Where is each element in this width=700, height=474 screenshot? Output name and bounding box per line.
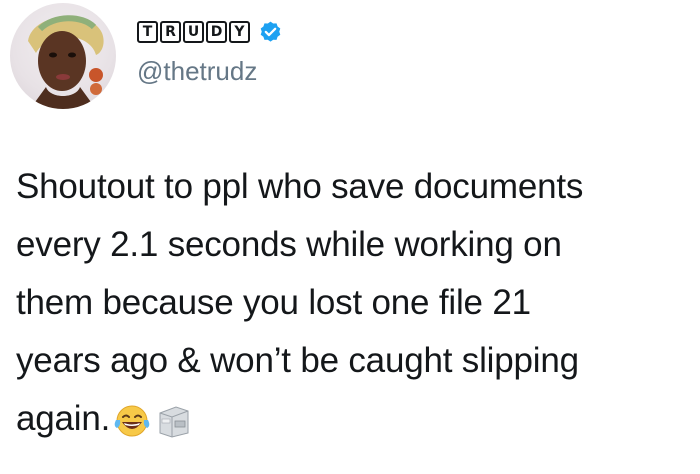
name-letter-tile: R: [160, 21, 181, 43]
face-with-tears-of-joy-icon: [112, 404, 152, 438]
display-name[interactable]: T R U D Y: [137, 21, 250, 43]
tweet-text: Shoutout to ppl who save documents every…: [16, 158, 696, 448]
file-cabinet-icon: [154, 403, 194, 439]
user-handle[interactable]: @thetrudz: [137, 55, 257, 87]
tweet-text-line: again.: [16, 399, 111, 438]
name-letter-tile: Y: [229, 21, 250, 43]
tweet-card: T R U D Y @thetrudz Shoutout to ppl who …: [0, 0, 700, 474]
tweet-text-line: them because you lost one file 21: [16, 283, 531, 322]
avatar[interactable]: [10, 3, 116, 109]
tweet-text-last-line: again.: [16, 390, 696, 448]
tweet-text-line: every 2.1 seconds while working on: [16, 225, 562, 264]
display-name-row[interactable]: T R U D Y: [137, 17, 283, 47]
name-letter-tile: T: [137, 21, 158, 43]
verified-badge-icon: [260, 21, 281, 42]
tweet-text-line: years ago & won’t be caught slipping: [16, 341, 579, 380]
profile-photo: [28, 15, 104, 109]
tweet-text-line: Shoutout to ppl who save documents: [16, 167, 584, 206]
name-letter-tile: U: [183, 21, 204, 43]
name-letter-tile: D: [206, 21, 227, 43]
